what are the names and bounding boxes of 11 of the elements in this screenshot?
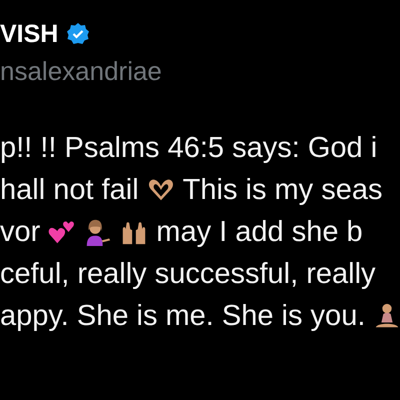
- person-icon: [84, 218, 112, 246]
- author-name: VISH: [0, 20, 58, 48]
- post-text: ceful, really successful, really: [0, 258, 376, 290]
- meditating-person-icon: [373, 302, 400, 330]
- post-text: hall not fail: [0, 174, 139, 206]
- post-text: appy. She is me. She is you.: [0, 300, 366, 332]
- post-text: This is my seas: [182, 174, 382, 206]
- author-handle: nsalexandriae: [0, 56, 163, 87]
- post-text: vor: [0, 216, 40, 248]
- post-text: p!! !! Psalms 46:5 says: God i: [0, 132, 378, 164]
- post-text: may I add she b: [156, 216, 363, 248]
